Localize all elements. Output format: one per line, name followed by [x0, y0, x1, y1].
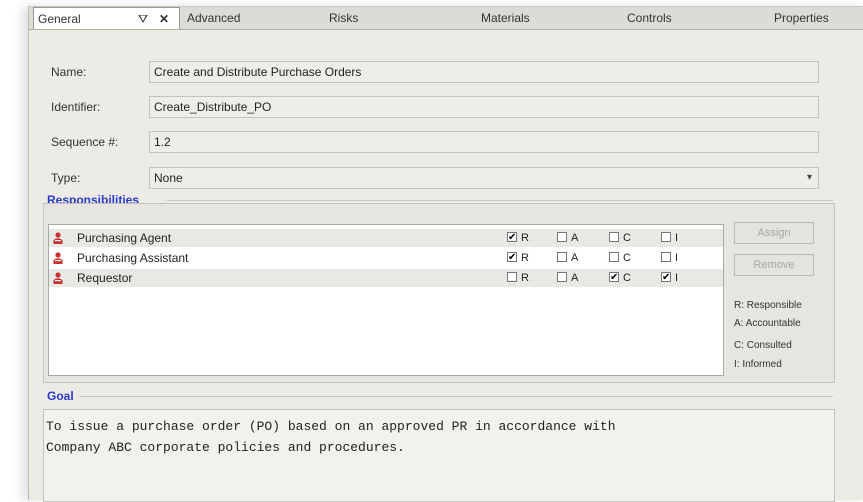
checkbox-r[interactable] [507, 272, 517, 282]
table-row[interactable]: Purchasing Assistant ✔ R A C I [49, 249, 723, 267]
checkbox-c[interactable] [609, 232, 619, 242]
table-row[interactable]: Purchasing Agent ✔ R A C I [49, 229, 723, 247]
type-value: None [154, 171, 183, 185]
tab-general-label: General [38, 12, 81, 26]
checkbox-label-i: I [675, 232, 679, 244]
remove-button[interactable]: Remove [734, 254, 814, 276]
role-name: Purchasing Agent [77, 231, 172, 245]
name-field[interactable]: Create and Distribute Purchase Orders [149, 61, 819, 83]
filter-icon[interactable]: ⛛ [138, 8, 148, 30]
checkbox-a[interactable] [557, 232, 567, 242]
legend-consulted: C: Consulted [734, 340, 792, 351]
role-name: Requestor [77, 271, 133, 285]
person-icon [53, 252, 63, 264]
checkbox-label-a: A [571, 232, 579, 244]
section-divider [167, 200, 833, 201]
properties-panel: General ⛛ ✕ Advanced Risks Materials Con… [28, 6, 863, 502]
checkbox-c[interactable] [609, 252, 619, 262]
checkbox-i[interactable]: ✔ [661, 272, 671, 283]
responsibilities-panel: Purchasing Agent ✔ R A C I Purchasing Assistan… [43, 203, 835, 383]
tab-properties[interactable]: Properties [774, 7, 829, 29]
checkbox-label-c: C [623, 232, 631, 244]
chevron-down-icon[interactable]: ▾ [807, 168, 812, 188]
section-divider [79, 396, 833, 397]
checkbox-label-i: I [675, 252, 679, 264]
checkbox-label-r: R [521, 252, 529, 264]
goal-title: Goal [47, 389, 74, 403]
identifier-label: Identifier: [51, 100, 101, 114]
type-label: Type: [51, 171, 81, 185]
tab-advanced[interactable]: Advanced [187, 7, 240, 29]
checkbox-label-c: C [623, 272, 631, 284]
legend-accountable: A: Accountable [734, 318, 801, 329]
checkbox-i[interactable] [661, 252, 671, 262]
legend-responsible: R: Responsible [734, 300, 802, 311]
checkbox-c[interactable]: ✔ [609, 272, 619, 283]
name-label: Name: [51, 65, 87, 79]
sequence-field[interactable]: 1.2 [149, 131, 819, 153]
checkbox-r[interactable]: ✔ [507, 252, 517, 263]
checkbox-label-r: R [521, 232, 529, 244]
table-row[interactable]: Requestor R A ✔ C ✔ I [49, 269, 723, 287]
person-icon [53, 232, 63, 244]
checkbox-a[interactable] [557, 272, 567, 282]
close-icon[interactable]: ✕ [159, 8, 169, 30]
checkbox-i[interactable] [661, 232, 671, 242]
identifier-field[interactable]: Create_Distribute_PO [149, 96, 819, 118]
checkbox-a[interactable] [557, 252, 567, 262]
person-icon [53, 272, 63, 284]
tab-bar: General ⛛ ✕ Advanced Risks Materials Con… [29, 7, 863, 30]
goal-text: To issue a purchase order (PO) based on … [46, 419, 616, 455]
role-name: Purchasing Assistant [77, 251, 189, 265]
assign-button[interactable]: Assign [734, 222, 814, 244]
checkbox-label-r: R [521, 272, 529, 284]
goal-textarea[interactable]: To issue a purchase order (PO) based on … [43, 409, 835, 502]
checkbox-label-c: C [623, 252, 631, 264]
tab-risks[interactable]: Risks [329, 7, 358, 29]
sequence-label: Sequence #: [51, 135, 119, 149]
checkbox-label-a: A [571, 272, 579, 284]
checkbox-r[interactable]: ✔ [507, 232, 517, 243]
type-dropdown[interactable]: None ▾ [149, 167, 819, 189]
checkbox-label-a: A [571, 252, 579, 264]
responsibilities-list[interactable]: Purchasing Agent ✔ R A C I Purchasing Assistan… [48, 224, 724, 376]
checkbox-label-i: I [675, 272, 679, 284]
tab-general[interactable]: General ⛛ ✕ [33, 7, 180, 29]
tab-controls[interactable]: Controls [627, 7, 672, 29]
tab-materials[interactable]: Materials [481, 7, 530, 29]
legend-informed: I: Informed [734, 359, 782, 370]
